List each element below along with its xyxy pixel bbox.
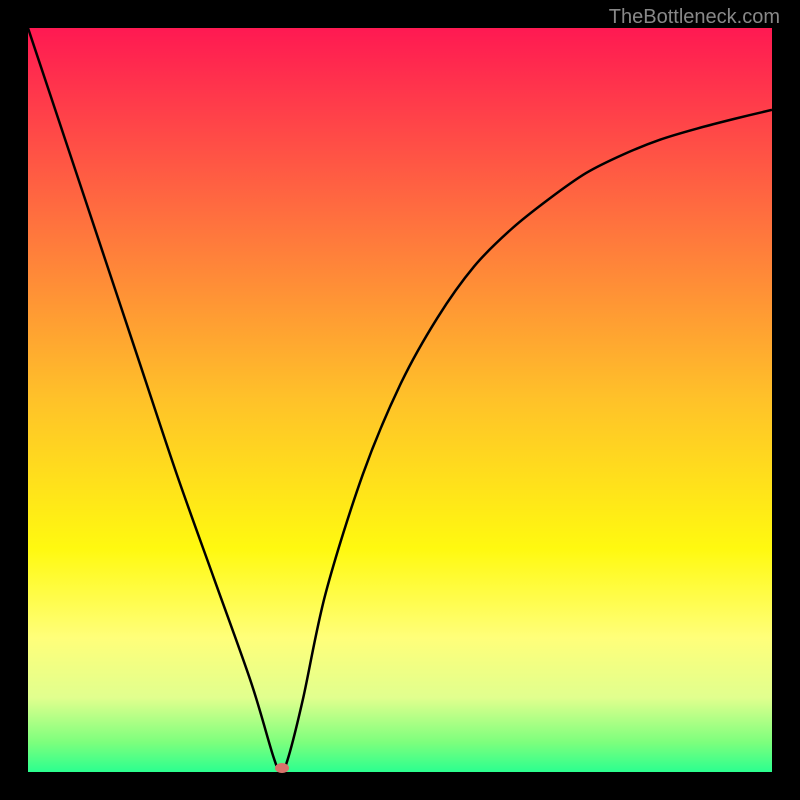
- chart-container: [28, 28, 772, 772]
- optimal-point-marker: [275, 763, 289, 773]
- watermark-text: TheBottleneck.com: [609, 6, 780, 29]
- curve-overlay: [28, 28, 772, 772]
- bottleneck-curve: [28, 28, 772, 772]
